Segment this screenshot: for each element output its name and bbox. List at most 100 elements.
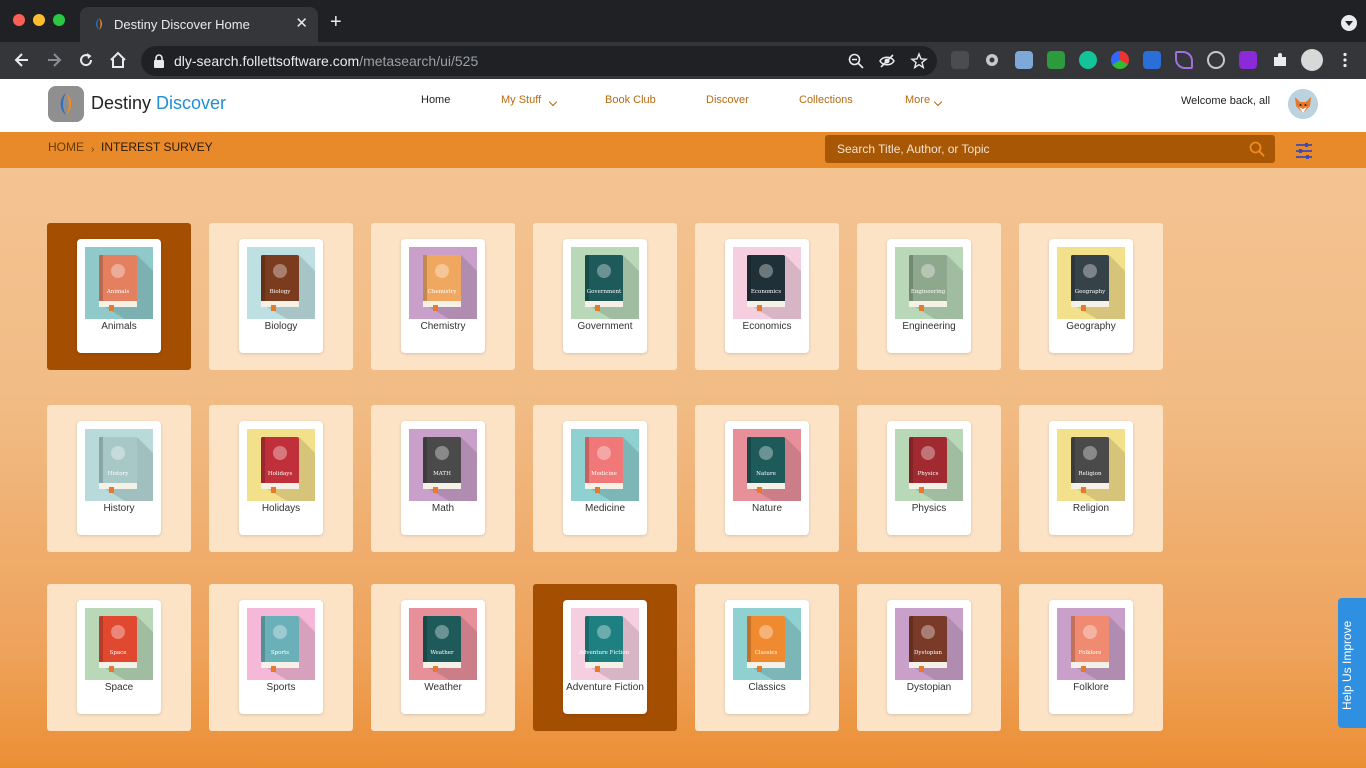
reload-icon[interactable] xyxy=(76,50,96,70)
address-bar[interactable]: dly-search.follettsoftware.com/metasearc… xyxy=(141,46,937,76)
new-tab-button[interactable]: + xyxy=(330,12,342,32)
topic-card[interactable]: Chemistry Chemistry xyxy=(401,239,485,353)
feather-icon[interactable] xyxy=(1175,51,1193,69)
topic-label: Folklore xyxy=(1073,682,1109,693)
accessibility-icon[interactable] xyxy=(1143,51,1161,69)
topic-card[interactable]: Space Space xyxy=(77,600,161,714)
grammarly-icon[interactable] xyxy=(1079,51,1097,69)
destiny-logo-icon[interactable] xyxy=(48,86,84,122)
topic-card[interactable]: Weather Weather xyxy=(401,600,485,714)
topic-card[interactable]: Animals Animals xyxy=(77,239,161,353)
nav-discover[interactable]: Discover xyxy=(706,94,749,106)
help-us-improve-tab[interactable]: Help Us Improve xyxy=(1338,598,1366,728)
topic-label: Animals xyxy=(101,321,137,332)
topic-card[interactable]: Geography Geography xyxy=(1049,239,1133,353)
browser-tab-bar: Destiny Discover Home ✕ + xyxy=(0,0,1366,42)
topic-card[interactable]: Religion Religion xyxy=(1049,421,1133,535)
nav-collections[interactable]: Collections xyxy=(799,94,853,106)
profile-avatar-icon[interactable] xyxy=(1301,49,1323,71)
nav-my-stuff[interactable]: My Stuff xyxy=(501,94,541,106)
topic-tile-biology[interactable]: Biology Biology xyxy=(209,223,353,370)
extension-icon[interactable] xyxy=(951,51,969,69)
topic-tile-animals[interactable]: Animals Animals xyxy=(47,223,191,370)
topic-tile-history[interactable]: History History xyxy=(47,405,191,552)
topic-tile-weather[interactable]: Weather Weather xyxy=(371,584,515,731)
browser-tab[interactable]: Destiny Discover Home ✕ xyxy=(80,7,318,42)
book-cover-icon: History xyxy=(85,429,153,501)
book-cover-text: Weather xyxy=(430,650,454,656)
topic-tile-sports[interactable]: Sports Sports xyxy=(209,584,353,731)
topic-label: History xyxy=(103,503,135,514)
topic-card[interactable]: Folklore Folklore xyxy=(1049,600,1133,714)
cors-extension-icon[interactable] xyxy=(1047,51,1065,69)
book-cover-text: Adventure Fiction xyxy=(578,650,630,656)
topic-tile-dystopian[interactable]: Dystopian Dystopian xyxy=(857,584,1001,731)
topic-tile-math[interactable]: MATH Math xyxy=(371,405,515,552)
gear-icon[interactable] xyxy=(983,51,1001,69)
chevron-down-icon[interactable] xyxy=(933,97,943,107)
topic-tile-medicine[interactable]: Medicine Medicine xyxy=(533,405,677,552)
topic-card[interactable]: Adventure Fiction Adventure Fiction xyxy=(563,600,647,714)
breadcrumb-home[interactable]: HOME xyxy=(48,140,84,154)
maximize-window-button[interactable] xyxy=(53,14,65,26)
topic-tile-government[interactable]: Government Government xyxy=(533,223,677,370)
topic-tile-physics[interactable]: Physics Physics xyxy=(857,405,1001,552)
vv-extension-icon[interactable] xyxy=(1207,51,1225,69)
topic-tile-chemistry[interactable]: Chemistry Chemistry xyxy=(371,223,515,370)
puzzle-icon[interactable] xyxy=(1271,51,1289,69)
nav-more[interactable]: More xyxy=(905,94,930,106)
topic-card[interactable]: Dystopian Dystopian xyxy=(887,600,971,714)
search-icon[interactable] xyxy=(1249,141,1265,157)
color-picker-icon[interactable] xyxy=(1111,51,1129,69)
topic-card[interactable]: Classics Classics xyxy=(725,600,809,714)
topic-card[interactable]: Biology Biology xyxy=(239,239,323,353)
topic-tile-nature[interactable]: Nature Nature xyxy=(695,405,839,552)
topic-card[interactable]: Economics Economics xyxy=(725,239,809,353)
chevron-down-icon[interactable] xyxy=(548,97,558,107)
screen-capture-icon[interactable] xyxy=(1015,51,1033,69)
topic-tile-space[interactable]: Space Space xyxy=(47,584,191,731)
breadcrumb-current: INTEREST SURVEY xyxy=(101,140,213,154)
topic-tile-geography[interactable]: Geography Geography xyxy=(1019,223,1163,370)
topic-tile-economics[interactable]: Economics Economics xyxy=(695,223,839,370)
topic-card[interactable]: Medicine Medicine xyxy=(563,421,647,535)
topic-tile-holidays[interactable]: Holidays Holidays xyxy=(209,405,353,552)
book-cover-icon: Religion xyxy=(1057,429,1125,501)
eye-off-icon[interactable] xyxy=(878,52,896,70)
tab-close-icon[interactable]: ✕ xyxy=(295,15,308,33)
topic-card[interactable]: Government Government xyxy=(563,239,647,353)
topic-card[interactable]: MATH Math xyxy=(401,421,485,535)
book-cover-icon: Sports xyxy=(247,608,315,680)
minimize-window-button[interactable] xyxy=(33,14,45,26)
search-input[interactable]: Search Title, Author, or Topic xyxy=(825,135,1275,163)
topic-card[interactable]: Holidays Holidays xyxy=(239,421,323,535)
topic-card[interactable]: Nature Nature xyxy=(725,421,809,535)
nav-book-club[interactable]: Book Club xyxy=(605,94,656,106)
topic-tile-classics[interactable]: Classics Classics xyxy=(695,584,839,731)
nav-home[interactable]: Home xyxy=(421,94,450,106)
topic-tile-adventure-fiction[interactable]: Adventure Fiction Adventure Fiction xyxy=(533,584,677,731)
forward-arrow-icon[interactable] xyxy=(44,50,64,70)
filter-sliders-icon[interactable] xyxy=(1294,141,1314,161)
brand-destiny: Destiny xyxy=(91,93,152,113)
close-window-button[interactable] xyxy=(13,14,25,26)
back-arrow-icon[interactable] xyxy=(12,50,32,70)
topic-tile-engineering[interactable]: Engineering Engineering xyxy=(857,223,1001,370)
topic-card[interactable]: Physics Physics xyxy=(887,421,971,535)
kebab-menu-icon[interactable] xyxy=(1336,51,1354,69)
book-cover-icon: Folklore xyxy=(1057,608,1125,680)
topic-card[interactable]: History History xyxy=(77,421,161,535)
fox-avatar-icon[interactable] xyxy=(1288,89,1318,119)
topic-card[interactable]: Engineering Engineering xyxy=(887,239,971,353)
book-cover-text: Medicine xyxy=(591,471,617,477)
rp-extension-icon[interactable] xyxy=(1239,51,1257,69)
tab-search-icon[interactable] xyxy=(1341,15,1357,31)
zoom-icon[interactable] xyxy=(847,52,865,70)
topic-tile-folklore[interactable]: Folklore Folklore xyxy=(1019,584,1163,731)
home-icon[interactable] xyxy=(108,50,128,70)
bookmark-star-icon[interactable] xyxy=(910,52,928,70)
brand-name: Destiny Discover xyxy=(91,93,226,114)
book-cover-text: Folklore xyxy=(1079,650,1102,656)
topic-card[interactable]: Sports Sports xyxy=(239,600,323,714)
topic-tile-religion[interactable]: Religion Religion xyxy=(1019,405,1163,552)
